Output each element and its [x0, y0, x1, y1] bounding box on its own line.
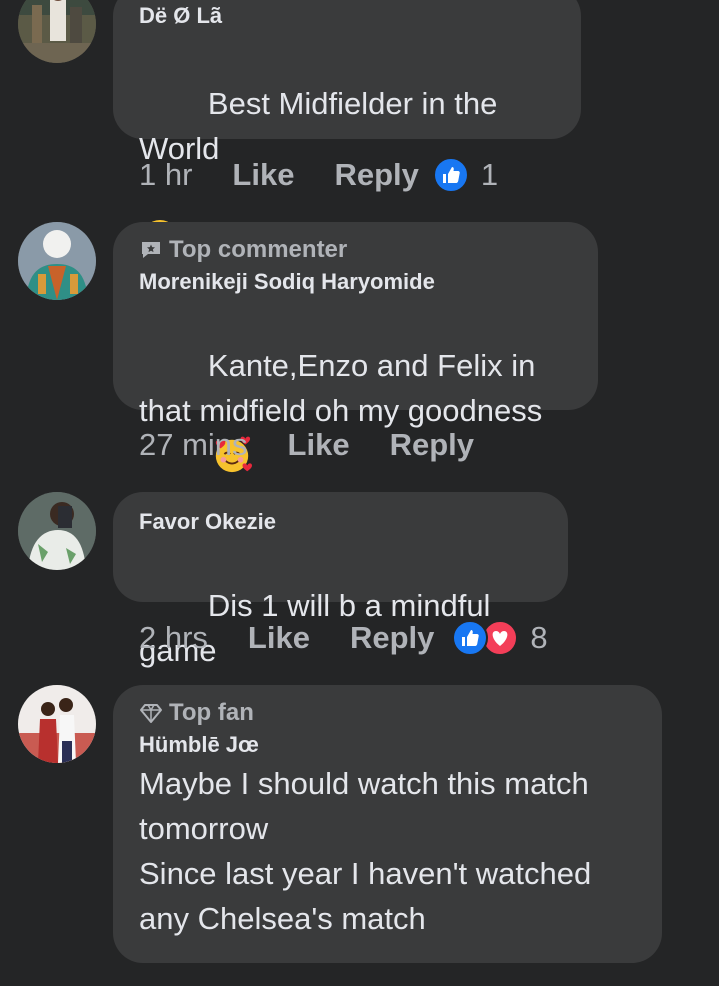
author-name[interactable]: Morenikeji Sodiq Haryomide	[139, 266, 572, 298]
like-button[interactable]: Like	[248, 620, 310, 656]
comment-actions: 27 mins Like Reply	[139, 425, 514, 465]
top-commenter-badge: Top commenter	[139, 234, 572, 266]
reaction-summary[interactable]: 8	[452, 620, 548, 656]
comment-actions: 2 hrs Like Reply 8	[139, 618, 548, 658]
comment-time[interactable]: 1 hr	[139, 157, 192, 193]
comment-bubble: Top commenter Morenikeji Sodiq Haryomide…	[113, 222, 598, 472]
comment-text: Kante,Enzo and Felix in that midfield oh…	[139, 298, 572, 523]
comment-text: Maybe I should watch this match tomorrow…	[139, 766, 592, 936]
comment-bubble: Top fan Hümblē Jœ Maybe I should watch t…	[113, 685, 662, 963]
comment-time[interactable]: 2 hrs	[139, 620, 208, 656]
comment-bubble: Favor Okezie Dis 1 will b a mindful game	[113, 492, 568, 668]
reaction-count: 1	[480, 157, 499, 192]
avatar[interactable]	[18, 222, 96, 300]
like-button[interactable]: Like	[288, 427, 350, 463]
like-button[interactable]: Like	[232, 157, 294, 193]
comment-text-content: Best Midfielder in the World	[139, 86, 507, 166]
reaction-summary[interactable]: 1	[432, 157, 499, 193]
reaction-count: 8	[530, 620, 548, 655]
like-reaction-icon	[452, 620, 489, 656]
reply-button[interactable]: Reply	[350, 620, 434, 656]
badge-label: Top fan	[169, 699, 254, 726]
top-fan-badge: Top fan	[139, 697, 636, 729]
comment-text-content: Kante,Enzo and Felix in that midfield oh…	[139, 348, 544, 428]
avatar[interactable]	[18, 685, 96, 763]
speech-bubble-star-icon	[142, 242, 160, 258]
comment-bubble: Dë Ø Lã Best Midfielder in the World	[113, 0, 581, 258]
author-name[interactable]: Hümblē Jœ	[139, 729, 636, 761]
avatar[interactable]	[18, 0, 96, 63]
author-name[interactable]: Dë Ø Lã	[139, 0, 555, 32]
badge-label: Top commenter	[169, 236, 348, 263]
like-reaction-icon	[432, 157, 469, 193]
author-name[interactable]: Favor Okezie	[139, 506, 542, 538]
reply-button[interactable]: Reply	[334, 157, 418, 193]
comment-actions: 1 hr Like Reply 1	[139, 155, 498, 195]
comment-feed: Dë Ø Lã Best Midfielder in the World 1 h…	[0, 0, 719, 986]
avatar[interactable]	[18, 492, 96, 570]
comment-time[interactable]: 27 mins	[139, 427, 248, 463]
diamond-icon	[140, 704, 162, 723]
reply-button[interactable]: Reply	[390, 427, 474, 463]
